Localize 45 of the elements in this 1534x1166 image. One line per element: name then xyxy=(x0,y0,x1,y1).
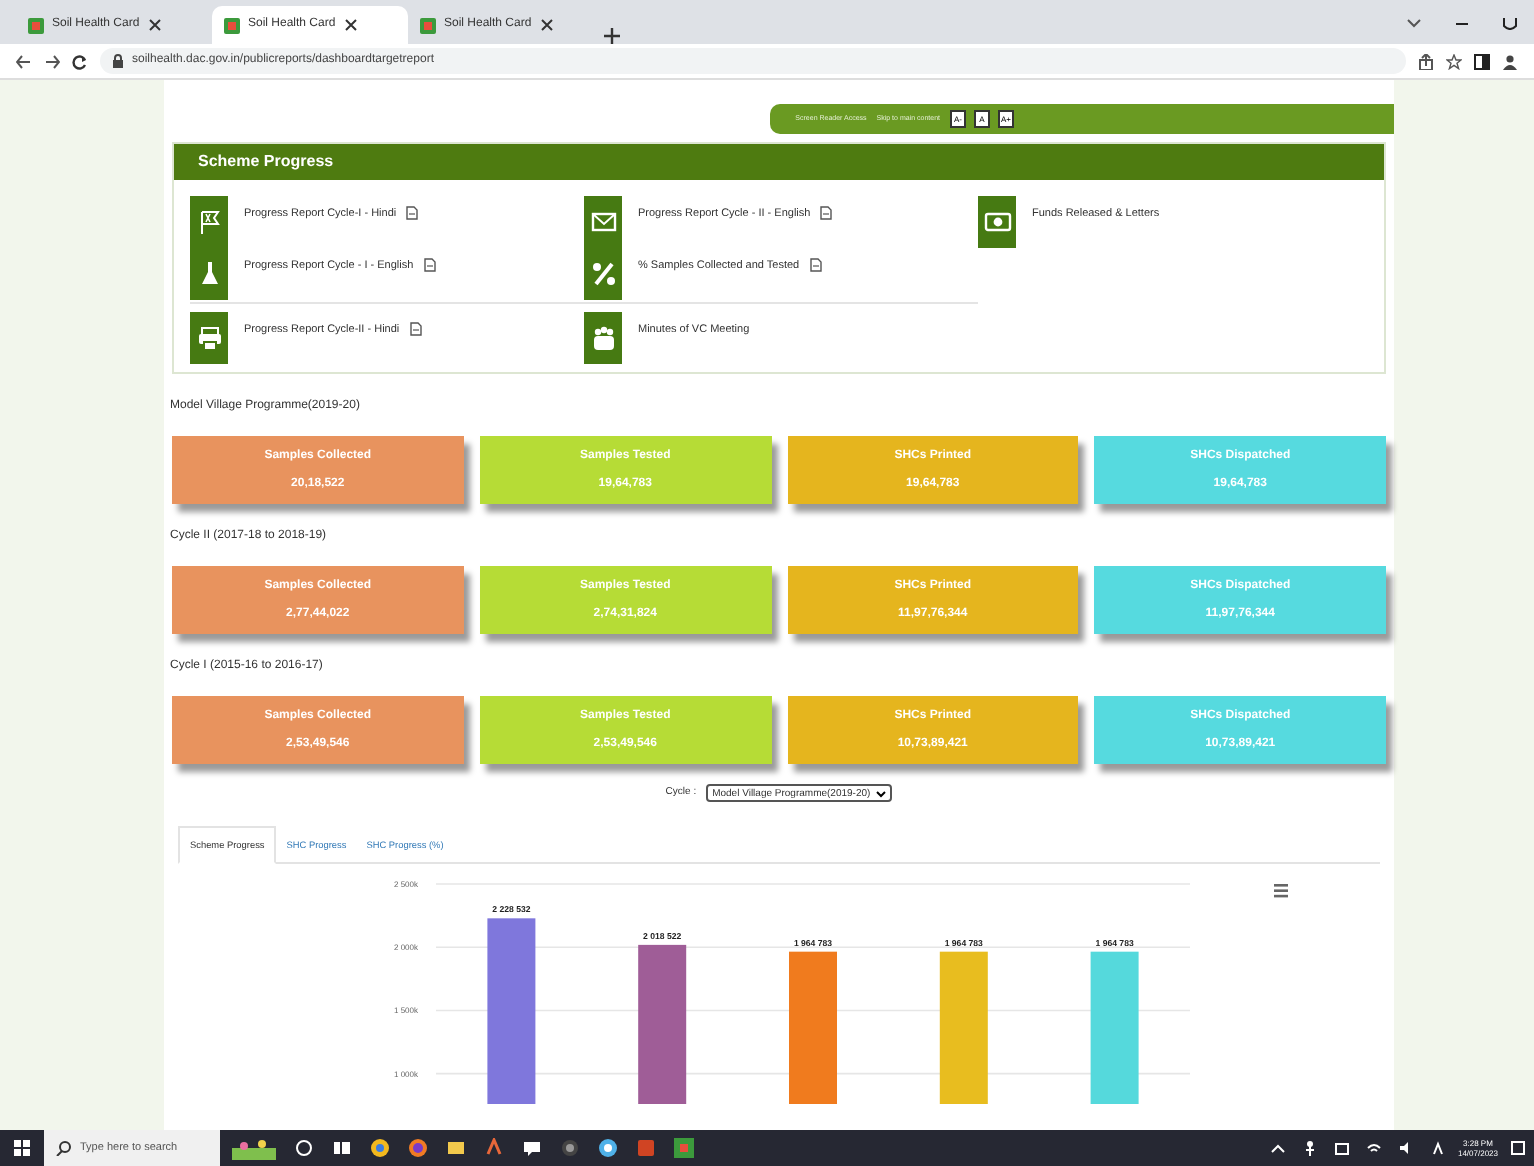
printer-icon xyxy=(195,324,223,352)
display-icon[interactable] xyxy=(1333,1140,1350,1156)
envelope-icon xyxy=(589,208,617,236)
speaker-icon[interactable] xyxy=(1397,1140,1414,1156)
reload-icon[interactable] xyxy=(72,53,88,69)
side-panel-icon[interactable] xyxy=(1474,53,1490,69)
start-icon[interactable] xyxy=(12,1138,32,1158)
percent-icon xyxy=(589,260,617,288)
lock-icon xyxy=(112,54,124,68)
leaf-logo-icon xyxy=(420,17,436,33)
share-icon[interactable] xyxy=(1418,53,1434,69)
panel-header: Scheme Progress xyxy=(174,144,1384,180)
banknote-icon xyxy=(983,208,1011,236)
back-icon[interactable] xyxy=(16,53,32,69)
document-icon[interactable] xyxy=(820,206,833,220)
task-view-icon[interactable] xyxy=(332,1138,352,1158)
wifi-icon[interactable] xyxy=(1365,1140,1382,1156)
document-icon[interactable] xyxy=(409,322,422,336)
flag-icon xyxy=(195,208,223,236)
circle-icon[interactable] xyxy=(294,1138,314,1158)
close-icon[interactable] xyxy=(147,18,162,32)
chart-menu-icon[interactable] xyxy=(1274,884,1288,898)
document-icon[interactable] xyxy=(423,258,436,272)
person-icon[interactable] xyxy=(1301,1140,1318,1156)
slides-app-icon[interactable] xyxy=(636,1138,656,1158)
pen-icon[interactable] xyxy=(1429,1140,1446,1156)
chevron-up-icon[interactable] xyxy=(1269,1140,1286,1156)
close-icon[interactable] xyxy=(343,18,358,32)
chat-icon[interactable] xyxy=(522,1138,542,1158)
chevron-icon[interactable] xyxy=(1406,15,1422,29)
folder-icon[interactable] xyxy=(446,1138,466,1158)
document-icon[interactable] xyxy=(406,206,419,220)
search-icon xyxy=(56,1140,72,1156)
caret-icon xyxy=(876,790,887,798)
star-icon[interactable] xyxy=(1446,53,1462,69)
leaf-logo-icon xyxy=(224,17,240,33)
people-icon xyxy=(589,324,617,352)
document-icon[interactable] xyxy=(809,258,822,272)
profile-icon[interactable] xyxy=(1502,53,1518,69)
notification-icon[interactable] xyxy=(1510,1140,1526,1156)
new-tab-icon[interactable] xyxy=(604,28,620,44)
forward-icon[interactable] xyxy=(44,53,60,69)
close-icon[interactable] xyxy=(539,18,554,32)
flowers-icon[interactable] xyxy=(232,1136,276,1160)
leaf-logo-icon xyxy=(28,17,44,33)
